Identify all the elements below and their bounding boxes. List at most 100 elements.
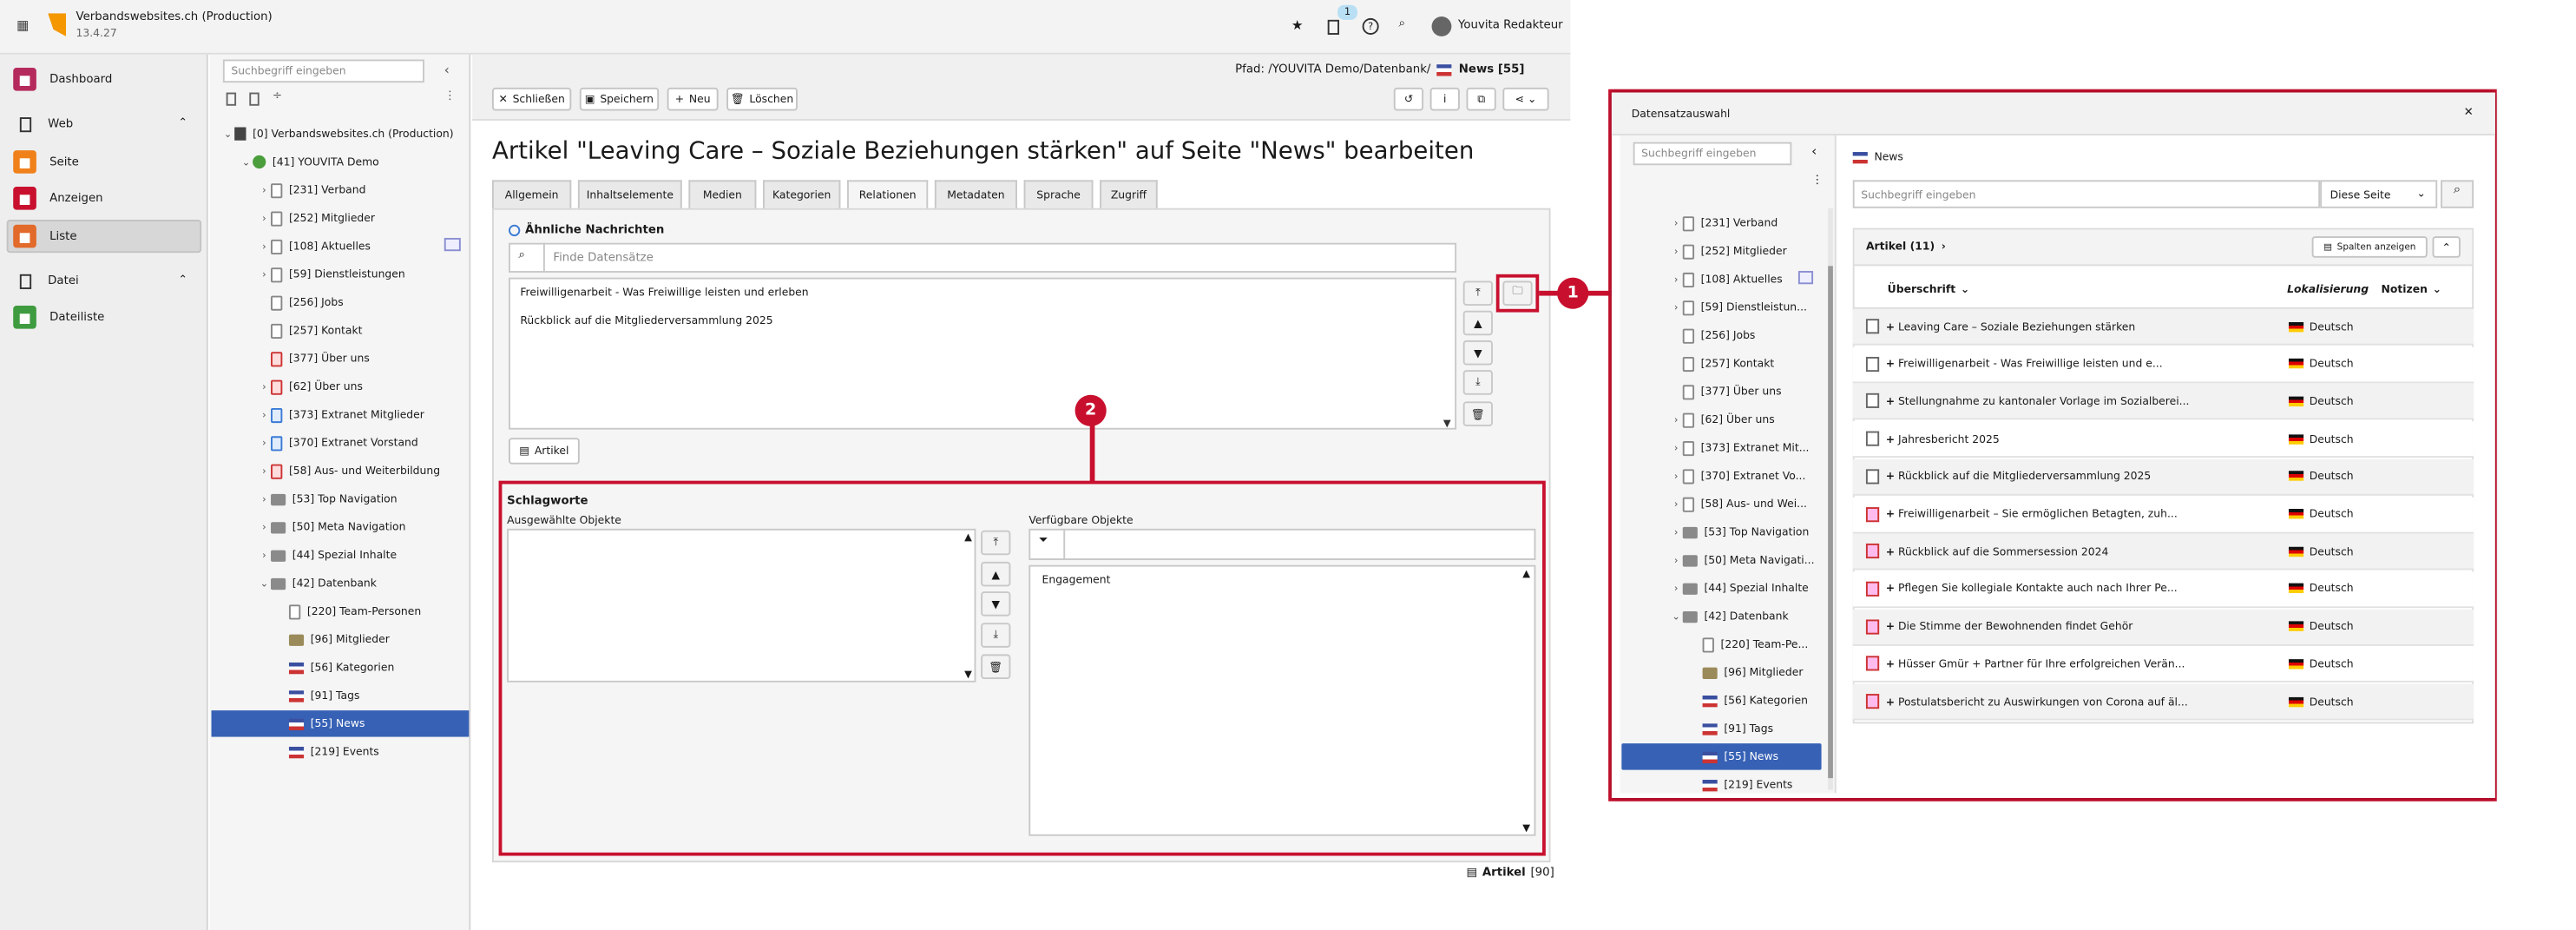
add-icon[interactable]: + <box>1886 395 1895 408</box>
delete-button[interactable]: 🗑 Löschen <box>726 87 798 111</box>
add-icon[interactable]: + <box>1886 507 1895 520</box>
chevron-up-icon[interactable]: ⌃ <box>178 273 187 286</box>
table-row[interactable]: + Leaving Care – Soziale Beziehungen stä… <box>1852 308 2474 346</box>
move-top-button[interactable]: ⤒ <box>1462 280 1493 306</box>
add-icon[interactable]: + <box>1886 582 1895 595</box>
module-page[interactable]: ■ Seite <box>13 150 79 174</box>
tree-item[interactable]: › [59] Dienstleistungen <box>258 263 405 287</box>
modal-tree-item[interactable]: [256] Jobs <box>1670 324 1755 347</box>
tab-metadaten[interactable]: Metadaten <box>934 180 1018 208</box>
table-row[interactable]: + Postulatsbericht zu Auswirkungen von C… <box>1852 683 2474 721</box>
tree-item[interactable]: [91] Tags <box>276 684 359 708</box>
chevron-down-icon[interactable]: ⌄ <box>221 128 234 139</box>
chevron-right-icon[interactable]: › <box>1670 246 1683 257</box>
row-title[interactable]: Postulatsbericht zu Auswirkungen von Cor… <box>1898 695 2270 708</box>
collapse-table-button[interactable]: ⌃ <box>2432 236 2461 258</box>
modal-tree-item[interactable]: [55] News <box>1689 745 1778 768</box>
row-title[interactable]: Freiwilligenarbeit - Was Freiwillige lei… <box>1898 357 2270 370</box>
related-list[interactable] <box>509 277 1457 430</box>
table-row[interactable]: + Freiwilligenarbeit - Was Freiwillige l… <box>1852 346 2474 383</box>
page-separator-icon[interactable]: ÷ <box>273 89 282 102</box>
column-notes-header[interactable]: Notizen ⌄ <box>2382 282 2441 295</box>
tree-item[interactable]: [56] Kategorien <box>276 656 394 679</box>
module-file[interactable]: Datei <box>13 269 79 293</box>
chevron-up-icon[interactable]: ⌃ <box>178 115 187 129</box>
bookmark-star-icon[interactable]: ★ <box>1291 18 1304 33</box>
info-button[interactable]: i <box>1429 87 1460 111</box>
table-row[interactable]: + Stellungnahme zu kantonaler Vorlage im… <box>1852 384 2474 421</box>
move-up-button[interactable]: ▲ <box>1462 310 1493 336</box>
chevron-right-icon[interactable]: › <box>258 550 271 561</box>
row-title[interactable]: Rückblick auf die Sommersession 2024 <box>1898 544 2270 557</box>
chevron-right-icon[interactable]: › <box>258 212 271 223</box>
row-title[interactable]: Freiwilligenarbeit – Sie ermöglichen Bet… <box>1898 507 2270 520</box>
tree-item[interactable]: › [231] Verband <box>258 178 365 201</box>
modal-tree-item[interactable]: › [44] Spezial Inhalte <box>1670 577 1809 600</box>
table-row[interactable]: + Hüsser Gmür + Partner für Ihre erfolgr… <box>1852 646 2474 683</box>
add-icon[interactable]: + <box>1886 357 1895 370</box>
modal-tree-item[interactable]: [377] Über uns <box>1670 380 1782 404</box>
row-title[interactable]: Jahresbericht 2025 <box>1898 432 2270 445</box>
modal-tree-item[interactable]: [257] Kontakt <box>1670 352 1774 375</box>
view-button[interactable]: ⧉ <box>1466 87 1496 111</box>
tree-menu-icon[interactable]: ⋮ <box>1811 174 1823 187</box>
chevron-down-icon[interactable]: ⌄ <box>258 577 271 589</box>
chevron-right-icon[interactable]: › <box>1670 217 1683 228</box>
tree-item[interactable]: › [373] Extranet Mitglieder <box>258 403 424 426</box>
chevron-right-icon[interactable]: › <box>258 465 271 477</box>
row-title[interactable]: Die Stimme der Bewohnenden findet Gehör <box>1898 620 2270 633</box>
modal-tree-search-input[interactable]: Suchbegriff eingeben <box>1633 142 1792 166</box>
add-icon[interactable]: + <box>1886 432 1895 445</box>
row-title[interactable]: Hüsser Gmür + Partner für Ihre erfolgrei… <box>1898 657 2270 670</box>
table-row[interactable]: + Jahresbericht 2025 Deutsch <box>1852 421 2474 458</box>
new-page-icon[interactable] <box>226 92 237 106</box>
modal-tree-item[interactable]: › [231] Verband <box>1670 212 1778 235</box>
add-icon[interactable]: + <box>1886 657 1895 670</box>
row-title[interactable]: Leaving Care – Soziale Beziehungen stärk… <box>1898 320 2270 333</box>
modal-tree-item[interactable]: › [373] Extranet Mit... <box>1670 436 1810 459</box>
module-web[interactable]: Web <box>13 112 73 135</box>
tree-item[interactable]: › [62] Über uns <box>258 375 363 399</box>
tree-item[interactable]: ⌄ [0] Verbandswebsites.ch (Production) <box>221 122 454 146</box>
module-list[interactable]: ■ Liste <box>13 224 77 248</box>
chevron-right-icon[interactable]: › <box>258 521 271 532</box>
chevron-right-icon[interactable]: › <box>258 409 271 420</box>
add-icon[interactable]: + <box>1886 695 1895 708</box>
modal-tree-item[interactable]: [220] Team-Pe... <box>1689 633 1808 656</box>
add-icon[interactable]: + <box>1886 544 1895 557</box>
add-icon[interactable]: + <box>1886 620 1895 633</box>
modal-tree-item[interactable]: [219] Events <box>1689 773 1792 796</box>
chevron-right-icon[interactable]: › <box>1670 414 1683 425</box>
chevron-down-icon[interactable]: ⌄ <box>240 156 253 168</box>
chevron-right-icon[interactable]: › <box>1670 301 1683 313</box>
tree-scrollbar-thumb[interactable] <box>1828 266 1833 779</box>
tab-sprache[interactable]: Sprache <box>1023 180 1094 208</box>
scroll-down-arrow-icon[interactable]: ▼ <box>1443 418 1451 429</box>
tree-item[interactable]: › [58] Aus- und Weiterbildung <box>258 459 440 483</box>
tree-item[interactable]: › [108] Aktuelles <box>258 234 371 258</box>
modal-tree-item[interactable]: › [108] Aktuelles <box>1670 267 1783 291</box>
tree-item[interactable]: ⌄ [42] Datenbank <box>258 571 377 595</box>
tree-menu-icon[interactable]: ⋮ <box>444 89 456 102</box>
show-columns-button[interactable]: ▤ Spalten anzeigen <box>2311 236 2428 258</box>
row-title[interactable]: Rückblick auf die Mitgliederversammlung … <box>1898 470 2270 483</box>
add-icon[interactable]: + <box>1886 470 1895 483</box>
modal-tree-item[interactable]: ⌄ [42] Datenbank <box>1670 604 1788 628</box>
chevron-right-icon[interactable]: › <box>258 184 271 195</box>
tab-relationen[interactable]: Relationen <box>847 180 929 208</box>
close-button[interactable]: ✕ Schließen <box>491 87 572 111</box>
tree-item[interactable]: [377] Über uns <box>258 347 370 371</box>
chevron-down-icon[interactable]: ⌄ <box>1670 610 1683 622</box>
table-row[interactable]: + Pflegen Sie kollegiale Kontakte auch n… <box>1852 571 2474 608</box>
chevron-right-icon[interactable]: › <box>1670 274 1683 285</box>
notifications-icon[interactable] <box>1327 19 1340 35</box>
scope-select[interactable]: Diese Seite ⌄ <box>2320 180 2438 208</box>
tree-item[interactable]: [219] Events <box>276 740 379 763</box>
modal-tree-item[interactable]: › [370] Extranet Vo... <box>1670 465 1805 488</box>
table-title[interactable]: Artikel (11) › <box>1866 240 1946 253</box>
new-button[interactable]: + Neu <box>667 87 719 111</box>
module-eye[interactable]: ■ Anzeigen <box>13 186 103 210</box>
new-page-inside-icon[interactable] <box>249 92 260 106</box>
modal-tree-item[interactable]: › [59] Dienstleistun... <box>1670 296 1807 320</box>
list-item[interactable]: Freiwilligenarbeit - Was Freiwillige lei… <box>520 286 808 299</box>
